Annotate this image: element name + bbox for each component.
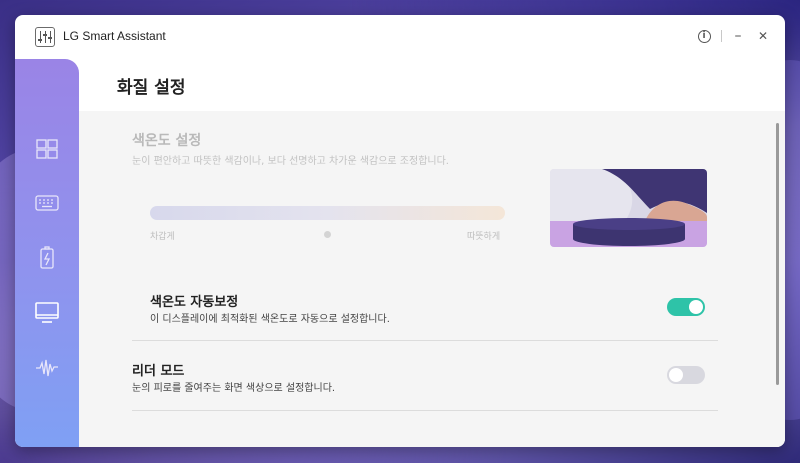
sidebar-item-dashboard[interactable] [15,127,79,171]
info-button[interactable]: i [695,27,713,45]
monitor-icon [35,302,59,323]
battery-icon [40,246,54,269]
reader-mode-description: 눈의 피로를 줄여주는 화면 색상으로 설정합니다. [132,383,336,394]
keyboard-icon [35,195,59,211]
color-temp-description: 눈이 편안하고 따뜻한 색감이나, 보다 선명하고 차가운 색감으로 조정합니다… [132,156,449,167]
auto-color-temp-toggle[interactable] [667,298,705,316]
color-temp-title: 색온도 설정 [132,133,202,149]
divider [132,410,718,411]
sidebar-item-sound[interactable] [15,346,79,390]
sidebar-item-battery[interactable] [15,236,79,280]
scrollbar[interactable] [776,123,779,385]
sidebar [15,59,79,447]
titlebar-separator [721,30,722,42]
app-title: LG Smart Assistant [63,29,166,43]
color-temp-slider[interactable] [150,206,505,220]
dashboard-icon [36,139,58,159]
sound-wave-icon [36,359,58,377]
divider [132,340,718,341]
auto-color-temp-description: 이 디스플레이에 최적화된 색온도로 자동으로 설정합니다. [150,314,390,325]
close-button[interactable]: ✕ [754,27,772,45]
app-window: LG Smart Assistant i – ✕ 화질 설정 색온도 설정 눈이… [15,15,785,447]
title-bar: LG Smart Assistant i – ✕ [15,15,785,59]
reader-mode-toggle[interactable] [667,366,705,384]
toggle-knob [669,368,683,382]
app-logo-icon [35,27,55,47]
color-temp-cool-label: 차갑게 [150,232,175,242]
reader-mode-title: 리더 모드 [132,364,185,379]
minimize-button[interactable]: – [729,27,747,45]
color-temp-slider-handle[interactable] [324,231,331,238]
toggle-knob [689,300,703,314]
auto-color-temp-title: 색온도 자동보정 [150,295,239,310]
info-icon: i [697,29,711,43]
color-preview-image [550,169,707,247]
color-temp-warm-label: 따뜻하게 [467,232,501,242]
sidebar-item-display[interactable] [15,291,79,335]
page-title: 화질 설정 [117,78,186,98]
sidebar-item-keyboard[interactable] [15,181,79,225]
